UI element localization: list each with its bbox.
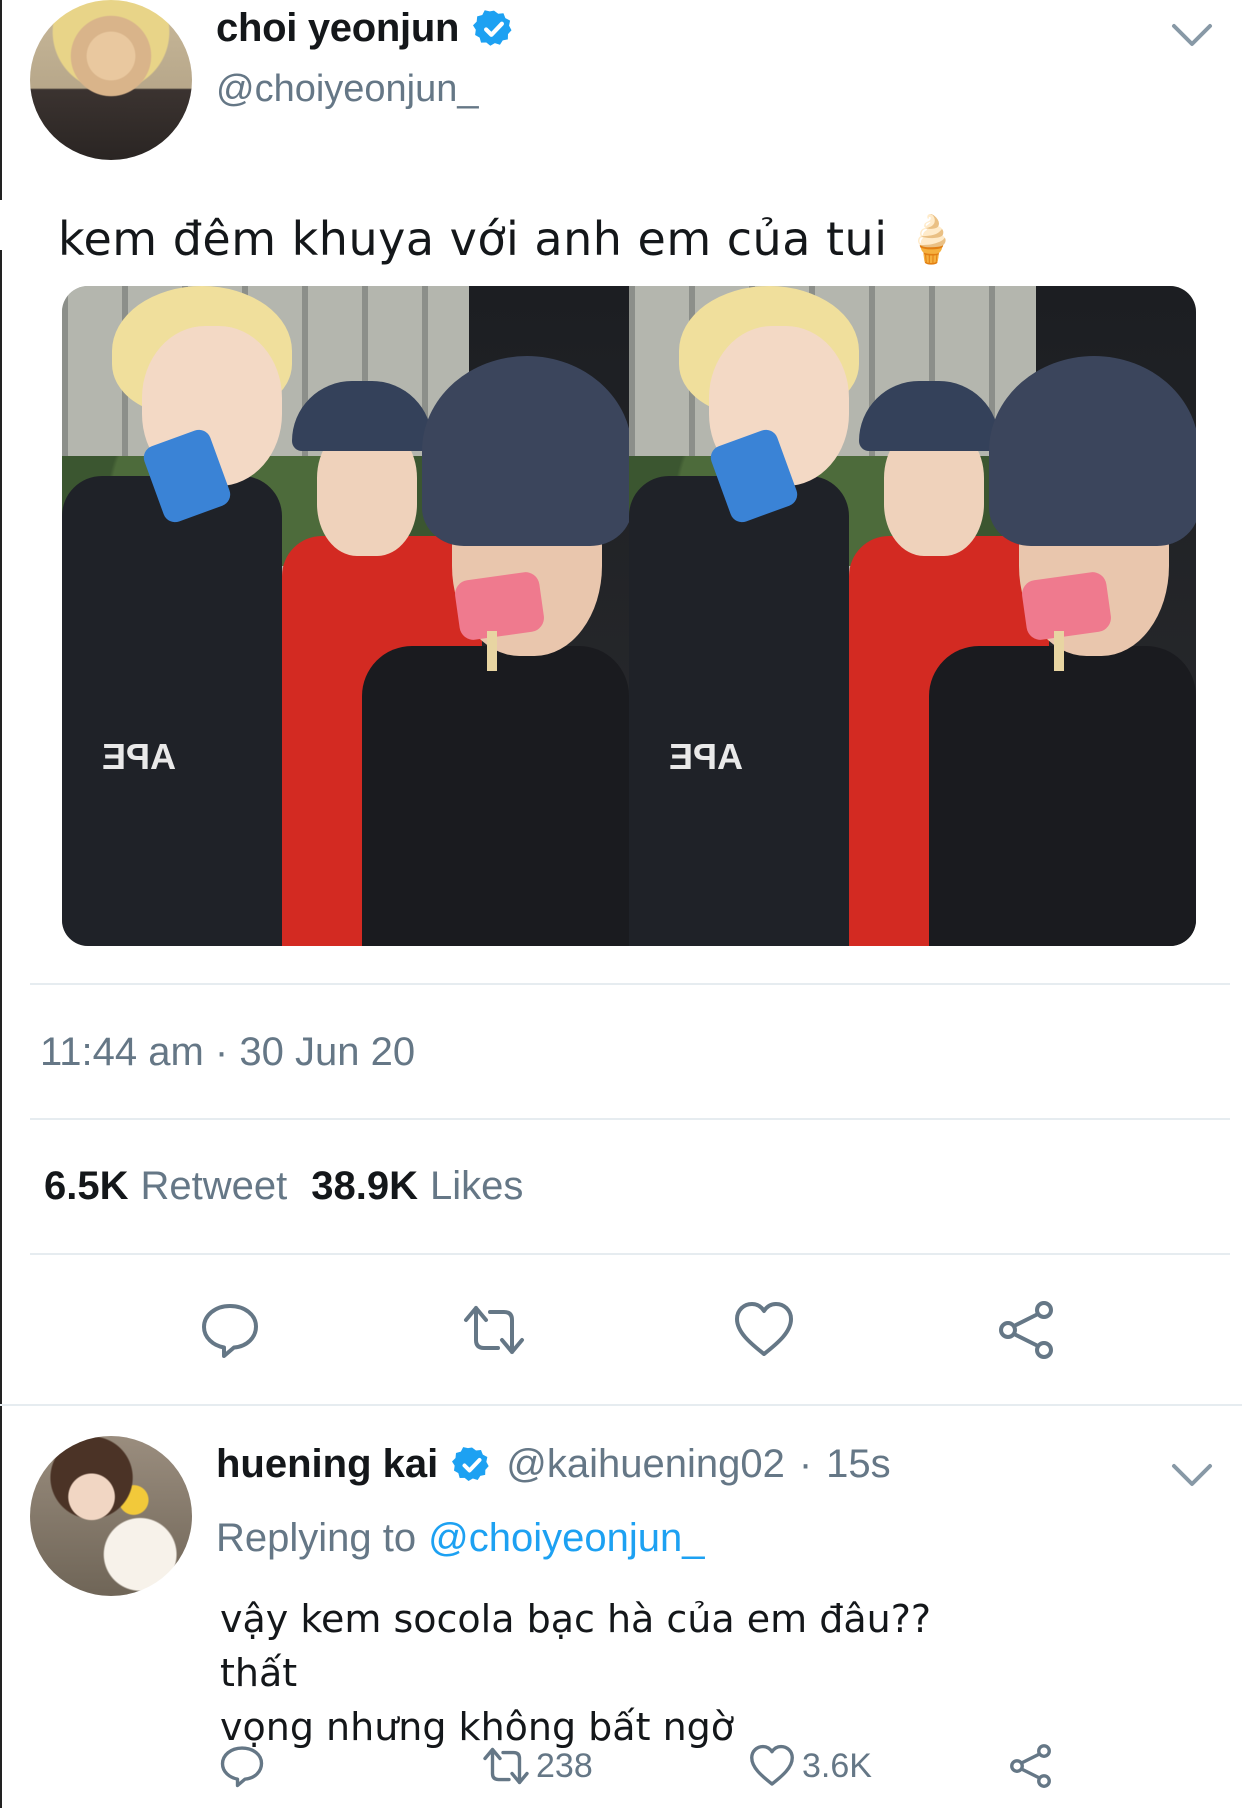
author-name-row[interactable]: choi yeonjun — [216, 6, 515, 51]
media-photo-1[interactable]: APE — [62, 286, 629, 946]
reply-author-handle[interactable]: @kaihuening02 — [506, 1442, 785, 1487]
likes-label: Likes — [430, 1164, 524, 1208]
retweet-icon — [483, 1747, 529, 1785]
replying-to-line: Replying to @choiyeonjun_ — [216, 1516, 704, 1561]
tweet-media[interactable]: APE APE — [62, 286, 1196, 946]
divider — [30, 983, 1230, 985]
tweet-timestamp[interactable]: 11:44 am · 30 Jun 20 — [40, 1030, 415, 1075]
divider — [30, 1118, 1230, 1120]
like-button[interactable] — [732, 1298, 796, 1362]
person-left-body — [62, 476, 282, 946]
person-right-body — [362, 646, 629, 946]
media-photo-2[interactable]: APE — [629, 286, 1196, 946]
left-edge-gap — [0, 200, 2, 250]
retweets-label: Retweet — [140, 1164, 288, 1208]
person-left-body — [629, 476, 849, 946]
reply-text-line-2: vọng nhưng không bất ngờ — [220, 1705, 735, 1749]
reply-retweets-count: 238 — [536, 1746, 593, 1785]
share-icon — [1010, 1744, 1051, 1788]
retweet-icon — [464, 1306, 524, 1354]
retweets-stat[interactable]: 6.5K Retweet — [44, 1164, 287, 1209]
reply-retweet-button[interactable]: 238 — [482, 1742, 593, 1790]
heart-icon — [735, 1302, 793, 1356]
reply-like-button[interactable]: 3.6K — [748, 1742, 872, 1790]
chevron-down-icon[interactable] — [1170, 1460, 1214, 1490]
ice-cream-bar — [1020, 570, 1113, 642]
retweet-button[interactable] — [462, 1298, 526, 1362]
ice-cream-stick — [487, 631, 497, 671]
person-right-body — [929, 646, 1196, 946]
left-edge-line — [0, 0, 2, 1808]
author-name[interactable]: choi yeonjun — [216, 6, 459, 51]
ice-cream-stick — [1054, 631, 1064, 671]
ice-cream-bar — [453, 570, 546, 642]
reply-likes-count: 3.6K — [802, 1746, 872, 1785]
reply-author-name[interactable]: huening kai — [216, 1442, 438, 1487]
share-button[interactable] — [996, 1298, 1060, 1362]
likes-stat[interactable]: 38.9K Likes — [311, 1164, 523, 1209]
reply-share-button[interactable] — [1008, 1742, 1056, 1790]
tweet-text: kem đêm khuya với anh em của tui 🍦 — [58, 212, 961, 266]
tweet-stats: 6.5K Retweet 38.9K Likes — [44, 1164, 523, 1209]
retweets-count: 6.5K — [44, 1164, 129, 1208]
shirt-print: APE — [102, 736, 177, 777]
section-divider — [0, 1404, 1242, 1406]
replying-prefix: Replying to — [216, 1516, 417, 1560]
reply-text-line-1: vậy kem socola bạc hà của em đâu?? thất — [220, 1597, 932, 1695]
reply-reply-button[interactable] — [218, 1742, 266, 1790]
chevron-down-icon[interactable] — [1170, 20, 1214, 50]
reply-text: vậy kem socola bạc hà của em đâu?? thất … — [220, 1592, 1020, 1754]
person-right-hat — [989, 356, 1196, 546]
replying-to-link[interactable]: @choiyeonjun_ — [428, 1516, 704, 1561]
author-avatar[interactable] — [30, 0, 192, 160]
reply-button[interactable] — [198, 1298, 262, 1362]
share-icon — [999, 1301, 1053, 1359]
reply-time[interactable]: 15s — [826, 1442, 891, 1487]
verified-badge-icon — [473, 9, 512, 46]
reply-icon — [220, 1746, 264, 1788]
verified-badge-icon — [452, 1446, 489, 1481]
reply-author-avatar[interactable] — [30, 1436, 192, 1596]
likes-count: 38.9K — [311, 1164, 418, 1208]
shirt-print: APE — [669, 736, 744, 777]
divider — [30, 1253, 1230, 1255]
heart-icon — [750, 1744, 794, 1786]
person-right-hat — [422, 356, 629, 546]
reply-separator: · — [798, 1442, 813, 1486]
reply-icon — [202, 1304, 258, 1358]
author-handle[interactable]: @choiyeonjun_ — [216, 68, 479, 111]
reply-header: huening kai @kaihuening02 · 15s — [216, 1442, 891, 1487]
